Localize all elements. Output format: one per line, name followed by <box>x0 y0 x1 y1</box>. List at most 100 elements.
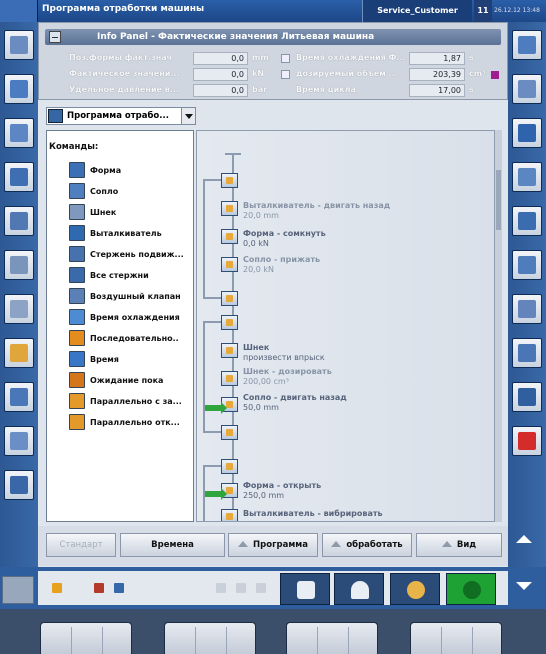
command-item[interactable]: Ожидание пока <box>69 372 194 390</box>
scroll-down-icon[interactable] <box>516 582 532 590</box>
injection-button[interactable] <box>4 118 34 148</box>
print-button[interactable] <box>512 206 542 236</box>
chevron-down-icon[interactable] <box>181 108 195 124</box>
scroll-up-icon[interactable] <box>516 535 532 543</box>
command-item[interactable]: Стержень подвиж... <box>69 246 194 264</box>
sequence-node[interactable] <box>221 291 238 306</box>
hand-icon <box>351 581 369 599</box>
command-item[interactable]: Все стержни <box>69 267 194 285</box>
program-select-value: Программа отрабо... <box>67 111 169 121</box>
command-item[interactable]: Форма <box>69 162 194 180</box>
info-unit: cm³ <box>469 69 486 78</box>
soft-key[interactable] <box>410 622 502 654</box>
command-item[interactable]: Сопло <box>69 183 194 201</box>
command-label: Последовательно.. <box>90 334 179 343</box>
title-bar: Программа отработки машины Service_Custo… <box>0 0 546 22</box>
write-button[interactable] <box>512 338 542 368</box>
step-title: Выталкиватель - вибрировать <box>243 509 383 518</box>
print-icon <box>518 212 536 230</box>
command-item[interactable]: Время <box>69 351 194 369</box>
hopper-button[interactable] <box>4 338 34 368</box>
graph-button[interactable] <box>4 470 34 500</box>
tab-program[interactable]: Программа <box>228 533 318 557</box>
scrollbar-thumb[interactable] <box>496 170 501 230</box>
program-select[interactable]: Программа отрабо... <box>46 107 196 125</box>
sequence-node[interactable] <box>221 371 238 386</box>
program-icon[interactable] <box>0 0 38 22</box>
user-name[interactable]: Service_Customer <box>362 0 472 22</box>
document-button[interactable] <box>512 118 542 148</box>
sequence-step[interactable]: Форма - открыть 250,0 mm <box>243 481 321 501</box>
auto-mode-button[interactable] <box>446 573 496 605</box>
image-icon <box>518 168 536 186</box>
plastification-button[interactable] <box>4 294 34 324</box>
sequence-step[interactable]: Шнек - дозировать 200,00 cm³ <box>243 367 332 387</box>
tab-process[interactable]: обработать <box>322 533 412 557</box>
sequence-node[interactable] <box>221 257 238 272</box>
refresh-button[interactable] <box>512 30 542 60</box>
tab-times[interactable]: Времена <box>120 533 225 557</box>
sequence-node[interactable] <box>221 425 238 440</box>
image-button[interactable] <box>512 162 542 192</box>
command-label: Шнек <box>90 208 117 217</box>
info-checkbox[interactable] <box>281 54 290 63</box>
soft-key[interactable] <box>286 622 378 654</box>
sequence-scrollbar[interactable] <box>494 130 502 522</box>
sequence-node[interactable] <box>221 343 238 358</box>
temperature-button[interactable] <box>4 426 34 456</box>
tab-view[interactable]: Вид <box>416 533 502 557</box>
command-item[interactable]: Выталкиватель <box>69 225 194 243</box>
soft-key[interactable] <box>40 622 132 654</box>
sequence-node[interactable] <box>221 173 238 188</box>
collapse-icon[interactable] <box>49 31 61 43</box>
step-value: 250,0 mm <box>243 491 285 500</box>
program-icon <box>48 109 63 123</box>
help-button[interactable] <box>512 382 542 412</box>
hopper-icon <box>10 344 28 362</box>
document-icon <box>518 124 536 142</box>
injection-icon <box>10 124 28 142</box>
machine-status-icon[interactable] <box>2 576 34 604</box>
sequence-node[interactable] <box>221 315 238 330</box>
sequence-step[interactable]: Сопло - двигать назад 50,0 mm <box>243 393 347 413</box>
command-item[interactable]: Параллельно отк... <box>69 414 194 432</box>
sequence-node[interactable] <box>221 201 238 216</box>
overview-button[interactable] <box>512 74 542 104</box>
info-label: Удельное давление в... <box>69 85 179 94</box>
nozzle-button[interactable] <box>4 74 34 104</box>
sequence-node[interactable] <box>221 509 238 521</box>
sequence-node[interactable] <box>221 229 238 244</box>
command-item[interactable]: Шнек <box>69 204 194 222</box>
sequence-node[interactable] <box>221 459 238 474</box>
command-list: Команды: Форма Сопло Шнек Выталкиватель … <box>46 130 194 522</box>
auto-cycle-icon <box>463 581 481 599</box>
step-value: 50,0 mm <box>243 403 279 412</box>
clock-icon <box>69 351 85 367</box>
screw-button[interactable] <box>4 250 34 280</box>
left-toolbar <box>0 22 38 567</box>
edit-button[interactable] <box>512 250 542 280</box>
notes-button[interactable] <box>512 294 542 324</box>
sequence-step[interactable]: Выталкиватель - двигать назад 20,0 mm <box>243 201 390 221</box>
alarm-button[interactable] <box>512 426 542 456</box>
setup-mode-button[interactable] <box>280 573 330 605</box>
manual-mode-button[interactable] <box>334 573 384 605</box>
command-item[interactable]: Параллельно с за... <box>69 393 194 411</box>
ejector-button[interactable] <box>4 162 34 192</box>
command-item[interactable]: Последовательно.. <box>69 330 194 348</box>
sequence-step[interactable]: Форма - сомкнуть 0,0 kN <box>243 229 326 249</box>
tab-standard[interactable]: Стандарт <box>46 533 116 557</box>
sequence-step[interactable]: Шнек произвести впрыск <box>243 343 325 363</box>
step-title: Сопло - прижать <box>243 255 321 264</box>
semi-auto-button[interactable] <box>390 573 440 605</box>
command-item[interactable]: Время охлаждения <box>69 309 194 327</box>
core-button[interactable] <box>4 206 34 236</box>
mold-setup-button[interactable] <box>4 30 34 60</box>
info-checkbox[interactable] <box>281 70 290 79</box>
sequence-step[interactable]: Выталкиватель - вибрировать <box>243 509 383 519</box>
soft-key[interactable] <box>164 622 256 654</box>
command-item[interactable]: Воздушный клапан <box>69 288 194 306</box>
cylinder-button[interactable] <box>4 382 34 412</box>
sequence-panel: Выталкиватель - двигать назад 20,0 mm Фор… <box>196 130 502 522</box>
sequence-step[interactable]: Сопло - прижать 20,0 kN <box>243 255 320 275</box>
